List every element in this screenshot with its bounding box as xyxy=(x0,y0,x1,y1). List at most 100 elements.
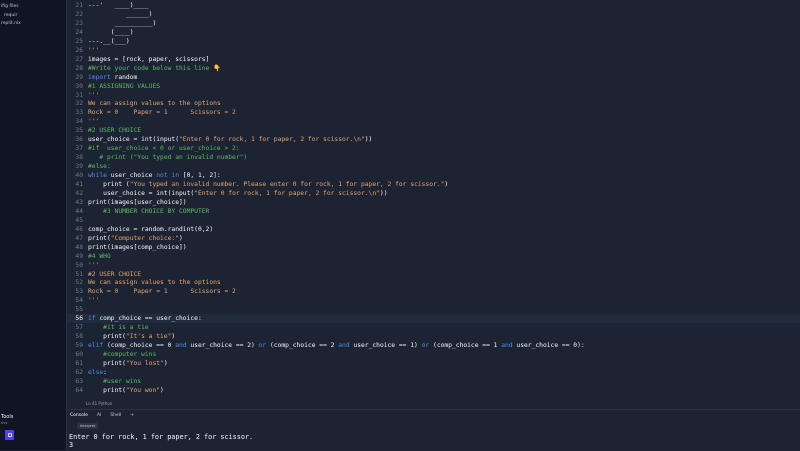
line-number: 41 xyxy=(75,181,83,188)
code-line[interactable]: 39 #else: xyxy=(67,162,800,171)
line-number: 38 xyxy=(75,154,83,162)
file-item[interactable]: replit.nix xyxy=(1,21,21,26)
code-line[interactable]: 62 else: xyxy=(67,368,800,377)
code-line[interactable]: 52 We can assign values to the options xyxy=(67,278,800,287)
code-line[interactable]: 36 user_choice = int(input("Enter 0 for r… xyxy=(67,135,800,144)
code-line[interactable]: 27 images = [rock, paper, scissors] xyxy=(67,55,800,64)
line-number: 46 xyxy=(75,225,83,233)
code-token: print(images[comp_choice]) xyxy=(88,243,187,251)
code-line[interactable]: 50 ''' xyxy=(67,261,800,270)
code-text: Rock = 0 Paper = 1 Scissors = 2 xyxy=(88,287,236,296)
code-token: ) xyxy=(179,234,183,242)
code-token: user_choice xyxy=(106,172,157,180)
code-line[interactable]: 21 ---' ____)____ xyxy=(67,1,800,10)
code-text: comp_choice = random.randint(0,2) xyxy=(88,225,213,234)
code-text: import random xyxy=(88,73,137,82)
code-token: __________) xyxy=(88,19,157,27)
code-line[interactable]: 61 print("You lost") xyxy=(67,359,800,368)
code-token: comp_choice == user_choice: xyxy=(95,315,202,323)
code-line[interactable]: 42 user_choice = int(input("Enter 0 for … xyxy=(67,189,800,198)
code-line[interactable]: 53 Rock = 0 Paper = 1 Scissors = 2 xyxy=(67,287,800,296)
file-item[interactable]: ifig files xyxy=(1,4,19,9)
code-line[interactable]: 46 comp_choice = random.randint(0,2) xyxy=(67,225,800,234)
line-number: 51 xyxy=(75,270,83,278)
code-token: elif xyxy=(88,342,104,350)
line-number: 25 xyxy=(75,37,83,45)
line-number: 34 xyxy=(75,118,83,126)
code-token: (comp_choice == 2 xyxy=(266,342,339,350)
code-line[interactable]: 43 print(images[user_choice]) xyxy=(67,198,800,207)
line-number: 21 xyxy=(75,2,83,9)
code-line[interactable]: 28 #Write your code below this line 👇 xyxy=(67,64,800,73)
code-token: #2 USER CHOICE xyxy=(88,127,142,135)
code-line[interactable]: 34 ''' xyxy=(67,117,800,126)
code-line[interactable]: 59 elif (comp_choice == 0 and user_choice… xyxy=(67,341,800,350)
line-number: 55 xyxy=(75,306,83,314)
code-line[interactable]: 31 ''' xyxy=(67,91,800,100)
code-line[interactable]: 55 xyxy=(67,305,800,314)
tab-console[interactable]: Console xyxy=(70,413,88,418)
code-text: #2 USER CHOICE xyxy=(88,270,141,279)
code-text: # print ("You typed an invalid number") xyxy=(88,153,247,162)
line-number: 36 xyxy=(75,136,83,144)
code-line[interactable]: 57 #it is a tie xyxy=(67,323,800,332)
file-item[interactable]: requir xyxy=(4,13,17,18)
code-token: Rock = 0 Paper = 1 Scissors = 2 xyxy=(88,288,236,296)
line-number: 42 xyxy=(75,189,83,197)
code-token: ''' xyxy=(88,91,100,99)
code-line[interactable]: 45 xyxy=(67,216,800,225)
line-number: 31 xyxy=(75,91,83,99)
code-line[interactable]: 60 #computer wins xyxy=(67,350,800,359)
code-line[interactable]: 44 #3 NUMBER CHOICE BY COMPUTER xyxy=(67,207,800,216)
code-token: images = [rock, paper, scissors] xyxy=(88,55,210,63)
code-token: #3 NUMBER CHOICE BY COMPUTER xyxy=(88,207,210,215)
code-text: user_choice = int(input("Enter 0 for roc… xyxy=(88,135,372,144)
code-token: "You lost" xyxy=(125,360,164,367)
code-line[interactable]: 51 #2 USER CHOICE xyxy=(67,270,800,279)
code-editor[interactable]: 21 ---' ____)____ 22 ______) 23 __________)… xyxy=(67,0,800,408)
add-tab-button[interactable]: + xyxy=(130,413,134,418)
code-token: ''' xyxy=(88,118,100,126)
code-line[interactable]: 47 print("Computer choice:") xyxy=(67,234,800,243)
code-line[interactable]: 38 # print ("You typed an invalid number… xyxy=(67,153,800,162)
code-line[interactable]: 35 #2 USER CHOICE xyxy=(67,126,800,135)
code-line[interactable]: 63 #user wins xyxy=(67,377,800,386)
code-text: #4 WHO xyxy=(88,252,111,261)
code-line[interactable]: 33 Rock = 0 Paper = 1 Scissors = 2 xyxy=(67,108,800,117)
line-number: 47 xyxy=(75,234,83,242)
code-token: comp_choice = random.randint(0,2) xyxy=(88,225,214,233)
code-token: #else: xyxy=(88,163,111,171)
code-text: ______) xyxy=(88,10,153,19)
code-line[interactable]: 56 if comp_choice == user_choice: xyxy=(67,314,800,324)
line-number: 27 xyxy=(75,55,83,63)
code-line[interactable]: 49 #4 WHO xyxy=(67,252,800,261)
code-line[interactable]: 40 while user_choice not in [0, 1, 2]: xyxy=(67,171,800,180)
code-line[interactable]: 24 (____) xyxy=(67,28,800,37)
line-number: 63 xyxy=(75,377,83,385)
code-line[interactable]: 26 ''' xyxy=(67,46,800,55)
code-line[interactable]: 29 import random xyxy=(67,73,800,82)
code-text: if comp_choice == user_choice: xyxy=(88,314,202,323)
code-line[interactable]: 64 print("You won") xyxy=(67,386,800,395)
code-line[interactable]: 41 print ("You typed an invalid number. … xyxy=(67,180,800,189)
code-line[interactable]: 58 print("It's a tie") xyxy=(67,332,800,341)
code-line[interactable]: 54 ''' xyxy=(67,296,800,305)
code-token: ) xyxy=(444,181,449,188)
code-line[interactable]: 25 ---.__(___) xyxy=(67,37,800,46)
line-number: 43 xyxy=(75,198,83,206)
code-line[interactable]: 22 ______) xyxy=(67,10,800,19)
tool-button[interactable] xyxy=(5,430,14,440)
code-line[interactable]: 37 #if user_choice < 0 or user_choice > 2… xyxy=(67,144,800,153)
code-line[interactable]: 30 #1 ASSIGNING VALUES xyxy=(67,82,800,91)
code-line[interactable]: 48 print(images[comp_choice]) xyxy=(67,243,800,252)
code-token: print( xyxy=(88,386,126,394)
code-text: ''' xyxy=(88,46,99,55)
code-line[interactable]: 23 __________) xyxy=(67,19,800,28)
code-token: 👇 xyxy=(213,64,221,72)
tab-shell[interactable]: Shell xyxy=(110,413,121,418)
line-number: 53 xyxy=(75,288,83,296)
interpreter-badge[interactable]: Interpret xyxy=(77,423,99,429)
tab-ai[interactable]: AI xyxy=(97,413,101,418)
code-token: : xyxy=(103,368,107,376)
code-line[interactable]: 32 We can assign values to the options xyxy=(67,99,800,108)
